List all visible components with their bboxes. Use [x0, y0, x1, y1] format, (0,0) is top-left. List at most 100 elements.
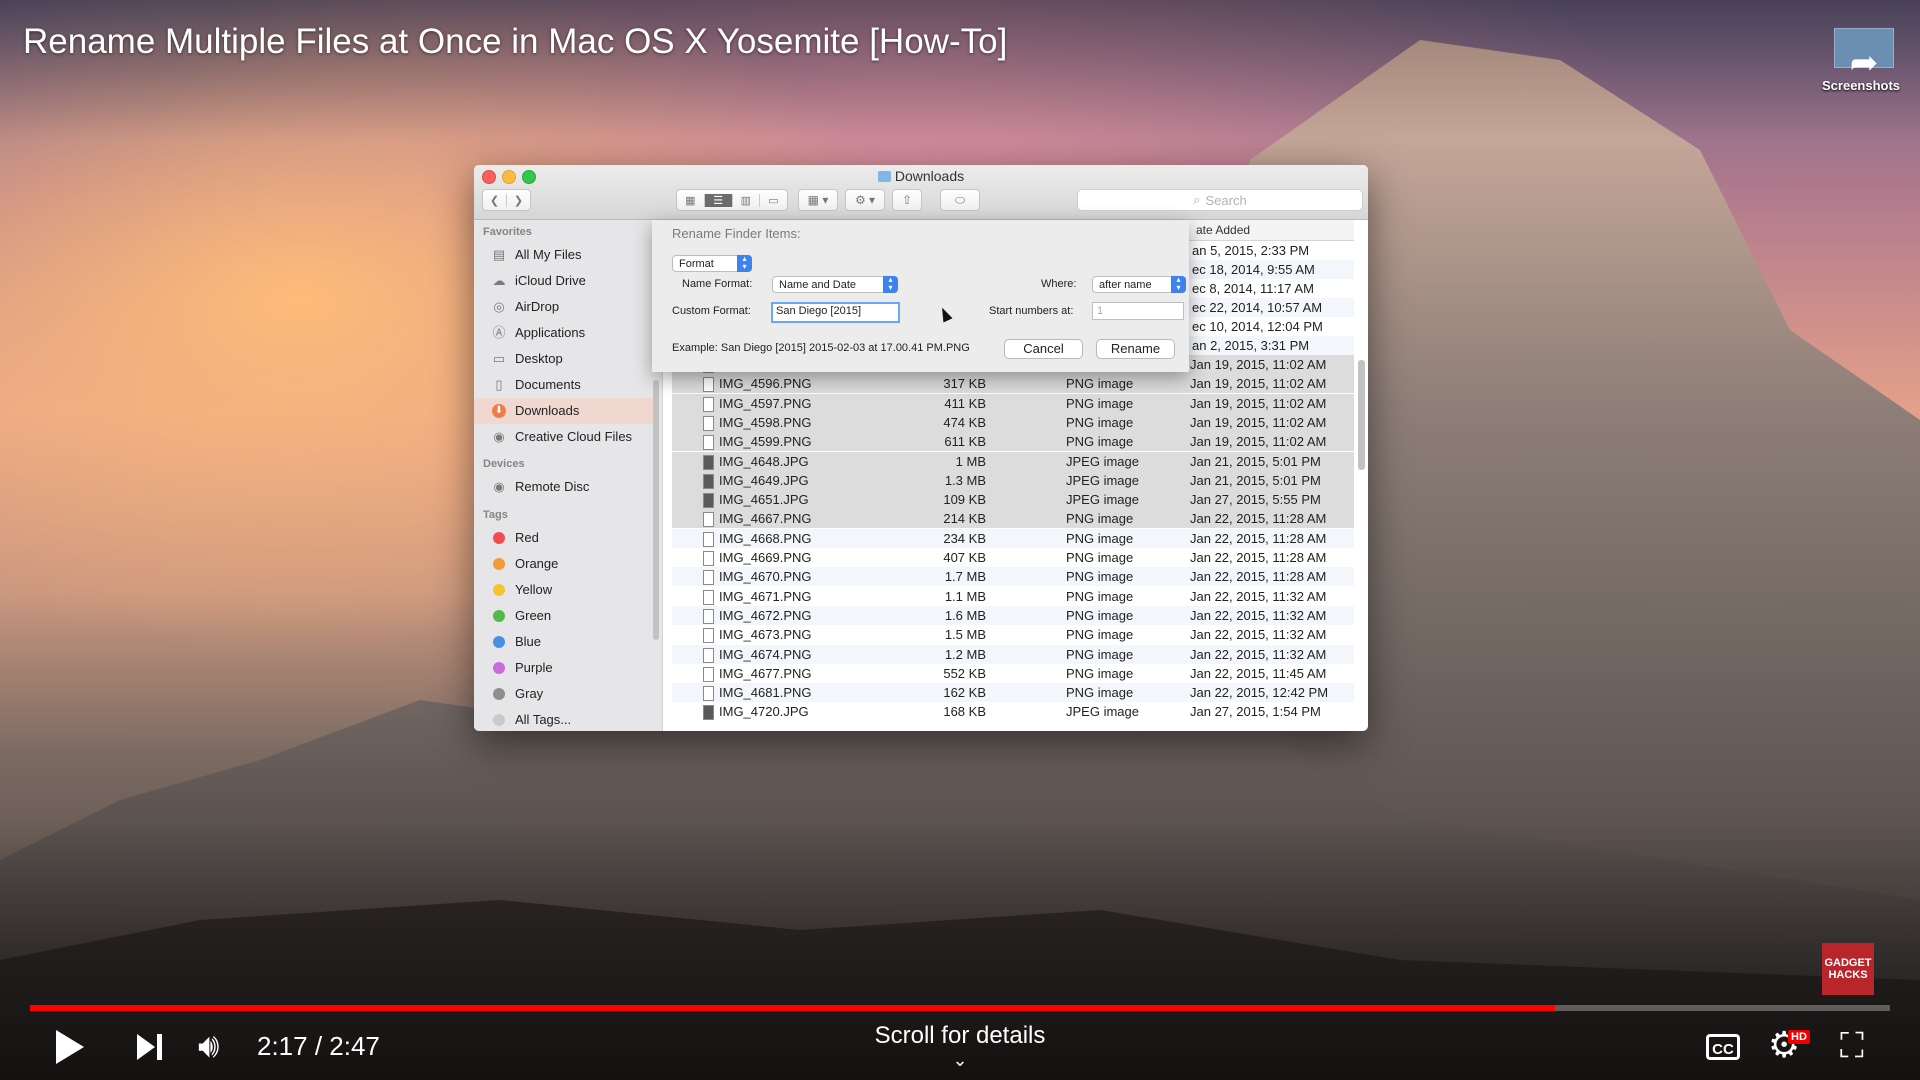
file-kind: PNG image [1066, 627, 1134, 643]
table-row[interactable]: IMG_4670.PNG 1.7 MB PNG image Jan 22, 2015,… [672, 567, 1354, 587]
sidebar-tag-red[interactable]: Red [474, 525, 662, 551]
table-row[interactable]: IMG_4597.PNG 411 KB PNG image Jan 19, 2015,… [672, 393, 1354, 413]
file-size: 1.7 MB [944, 569, 986, 585]
table-row[interactable]: IMG_4677.PNG 552 KB PNG image Jan 22, 2015,… [672, 664, 1354, 683]
video-progress-bar[interactable] [30, 1005, 1890, 1011]
sidebar-tag-purple[interactable]: Purple [474, 655, 662, 681]
sidebar-item-label: Purple [515, 660, 553, 675]
scroll-hint-text: Scroll for details [874, 1022, 1046, 1049]
sidebar-item-all-my-files[interactable]: ▤ All My Files [474, 242, 662, 268]
folder-icon [877, 171, 891, 182]
mode-popup-value: Format [679, 258, 714, 270]
table-row[interactable]: IMG_4599.PNG 611 KB PNG image Jan 19, 2015,… [672, 432, 1354, 452]
sidebar-item-documents[interactable]: ▯ Documents [474, 372, 662, 398]
orange-tag-dot-icon [493, 558, 505, 570]
back-chevron-icon[interactable]: ❮ [483, 193, 507, 207]
sidebar-tag-blue[interactable]: Blue [474, 629, 662, 655]
file-thumbnail-icon [703, 377, 714, 393]
scroll-for-details[interactable]: Scroll for details ⌄ [0, 1022, 1920, 1070]
name-format-popup[interactable]: Name and Date ▴ ▾ [772, 276, 898, 293]
table-row[interactable]: IMG_4672.PNG 1.6 MB PNG image Jan 22, 2015,… [672, 605, 1354, 625]
forward-chevron-icon[interactable]: ❯ [507, 194, 530, 207]
sidebar-item-label: Downloads [515, 403, 580, 418]
table-row[interactable]: IMG_4674.PNG 1.2 MB PNG image Jan 22, 2015,… [672, 644, 1354, 664]
file-date-added: ec 8, 2014, 11:17 AM [1192, 281, 1314, 296]
sidebar-item-label: Creative Cloud Files [515, 429, 633, 444]
file-name: IMG_4677.PNG [719, 665, 812, 681]
file-name: IMG_4667.PNG [719, 511, 812, 527]
file-size: 1.3 MB [944, 472, 986, 488]
tags-button[interactable]: ⬭ [940, 189, 980, 211]
sidebar-item-creative-cloud[interactable]: ◉ Creative Cloud Files [474, 424, 662, 450]
table-row[interactable]: IMG_4671.PNG 1.1 MB PNG image Jan 22, 2015,… [672, 587, 1354, 606]
sidebar-tag-yellow[interactable]: Yellow [474, 577, 662, 603]
tag-icon: ⬭ [954, 192, 966, 207]
icon-view-icon[interactable]: ▦ [677, 193, 705, 207]
table-row[interactable]: IMG_4668.PNG 234 KB PNG image Jan 22, 2015,… [672, 528, 1354, 548]
sidebar-tag-green[interactable]: Green [474, 603, 662, 629]
share-toolbar-button[interactable]: ⇧ [892, 189, 922, 211]
table-row[interactable]: IMG_4673.PNG 1.5 MB PNG image Jan 22, 2015,… [672, 625, 1354, 644]
file-date-added: Jan 22, 2015, 11:45 AM [1190, 665, 1327, 681]
table-row[interactable]: IMG_4720.JPG 168 KB JPEG image Jan 27, 2015… [672, 702, 1354, 721]
sidebar-item-desktop[interactable]: ▭ Desktop [474, 346, 662, 372]
file-date-added: an 2, 2015, 3:31 PM [1192, 338, 1310, 353]
column-header-date-added[interactable]: ate Added [1196, 223, 1250, 237]
window-title: Downloads [474, 168, 1368, 184]
sidebar-all-tags[interactable]: All Tags... [474, 707, 662, 731]
table-row[interactable]: IMG_4649.JPG 1.3 MB JPEG image Jan 21, 2015… [672, 470, 1354, 490]
file-size: 1 MB [955, 453, 986, 469]
share-label: Screenshots [1822, 78, 1901, 93]
sidebar-item-downloads[interactable]: ⬇ Downloads [474, 398, 656, 424]
back-forward-control[interactable]: ❮ ❯ [482, 189, 531, 211]
sidebar-item-remote-disc[interactable]: ◉ Remote Disc [474, 474, 662, 500]
cancel-button[interactable]: Cancel [1004, 339, 1083, 359]
red-tag-dot-icon [493, 532, 505, 544]
sidebar-item-airdrop[interactable]: ◎ AirDrop [474, 294, 662, 320]
rename-button[interactable]: Rename [1096, 339, 1175, 359]
sidebar-tag-gray[interactable]: Gray [474, 681, 662, 707]
sidebar-scrollbar[interactable] [653, 380, 659, 640]
file-date-added: Jan 27, 2015, 1:54 PM [1190, 704, 1321, 720]
table-row[interactable]: IMG_4648.JPG 1 MB JPEG image Jan 21, 2015, … [672, 451, 1354, 471]
file-kind: JPEG image [1066, 704, 1139, 720]
file-thumbnail-icon [703, 396, 714, 412]
sidebar-item-label: Blue [515, 634, 542, 649]
sidebar-item-icloud-drive[interactable]: ☁ iCloud Drive [474, 268, 662, 294]
exit-fullscreen-icon[interactable]: ⛶ [1840, 1028, 1864, 1064]
file-thumbnail-icon [703, 435, 714, 451]
table-row[interactable]: IMG_4681.PNG 162 KB PNG image Jan 22, 2015,… [672, 683, 1354, 703]
sidebar-item-applications[interactable]: Ⓐ Applications [474, 320, 662, 346]
mode-popup[interactable]: Format ▴ ▾ [672, 255, 752, 272]
file-list-scrollbar[interactable] [1358, 360, 1365, 470]
popup-arrows-icon: ▴ ▾ [1171, 276, 1186, 293]
file-name: IMG_4673.PNG [719, 627, 812, 643]
captions-button[interactable]: CC [1706, 1034, 1740, 1060]
file-size: 411 KB [944, 395, 986, 411]
table-row[interactable]: IMG_4667.PNG 214 KB PNG image Jan 22, 2015,… [672, 509, 1354, 529]
search-field[interactable]: ⌕ Search [1077, 189, 1363, 211]
file-thumbnail-icon [703, 686, 714, 702]
arrange-button[interactable]: ▦ ▾ [798, 189, 838, 211]
action-button[interactable]: ⚙ ▾ [845, 189, 885, 211]
table-row[interactable]: IMG_4598.PNG 474 KB PNG image Jan 19, 2015,… [672, 412, 1354, 432]
coverflow-view-icon[interactable]: ▭ [760, 194, 787, 207]
sidebar-item-label: Yellow [515, 582, 553, 597]
table-row[interactable]: IMG_4596.PNG 317 KB PNG image Jan 19, 2015,… [672, 374, 1354, 394]
table-row[interactable]: IMG_4651.JPG 109 KB JPEG image Jan 27, 2015… [672, 490, 1354, 510]
arrange-grid-icon: ▦ ▾ [807, 193, 829, 207]
name-format-label: Name Format: [682, 278, 753, 290]
custom-format-label: Custom Format: [672, 305, 751, 317]
file-date-added: Jan 22, 2015, 11:32 AM [1190, 607, 1327, 623]
file-name: IMG_4671.PNG [719, 588, 812, 604]
where-popup[interactable]: after name ▴ ▾ [1092, 276, 1186, 293]
list-view-icon[interactable]: ☰ [704, 193, 733, 207]
view-mode-control[interactable]: ▦ ☰ ▥ ▭ [676, 189, 788, 211]
sidebar-tag-orange[interactable]: Orange [474, 551, 662, 577]
share-button[interactable]: ➦ Screenshots [1822, 28, 1906, 93]
table-row[interactable]: IMG_4669.PNG 407 KB PNG image Jan 22, 2015,… [672, 548, 1354, 567]
search-icon: ⌕ [1193, 192, 1201, 207]
column-view-icon[interactable]: ▥ [733, 193, 761, 207]
start-numbers-field[interactable]: 1 [1092, 302, 1184, 320]
custom-format-field[interactable]: San Diego [2015] [771, 302, 900, 323]
